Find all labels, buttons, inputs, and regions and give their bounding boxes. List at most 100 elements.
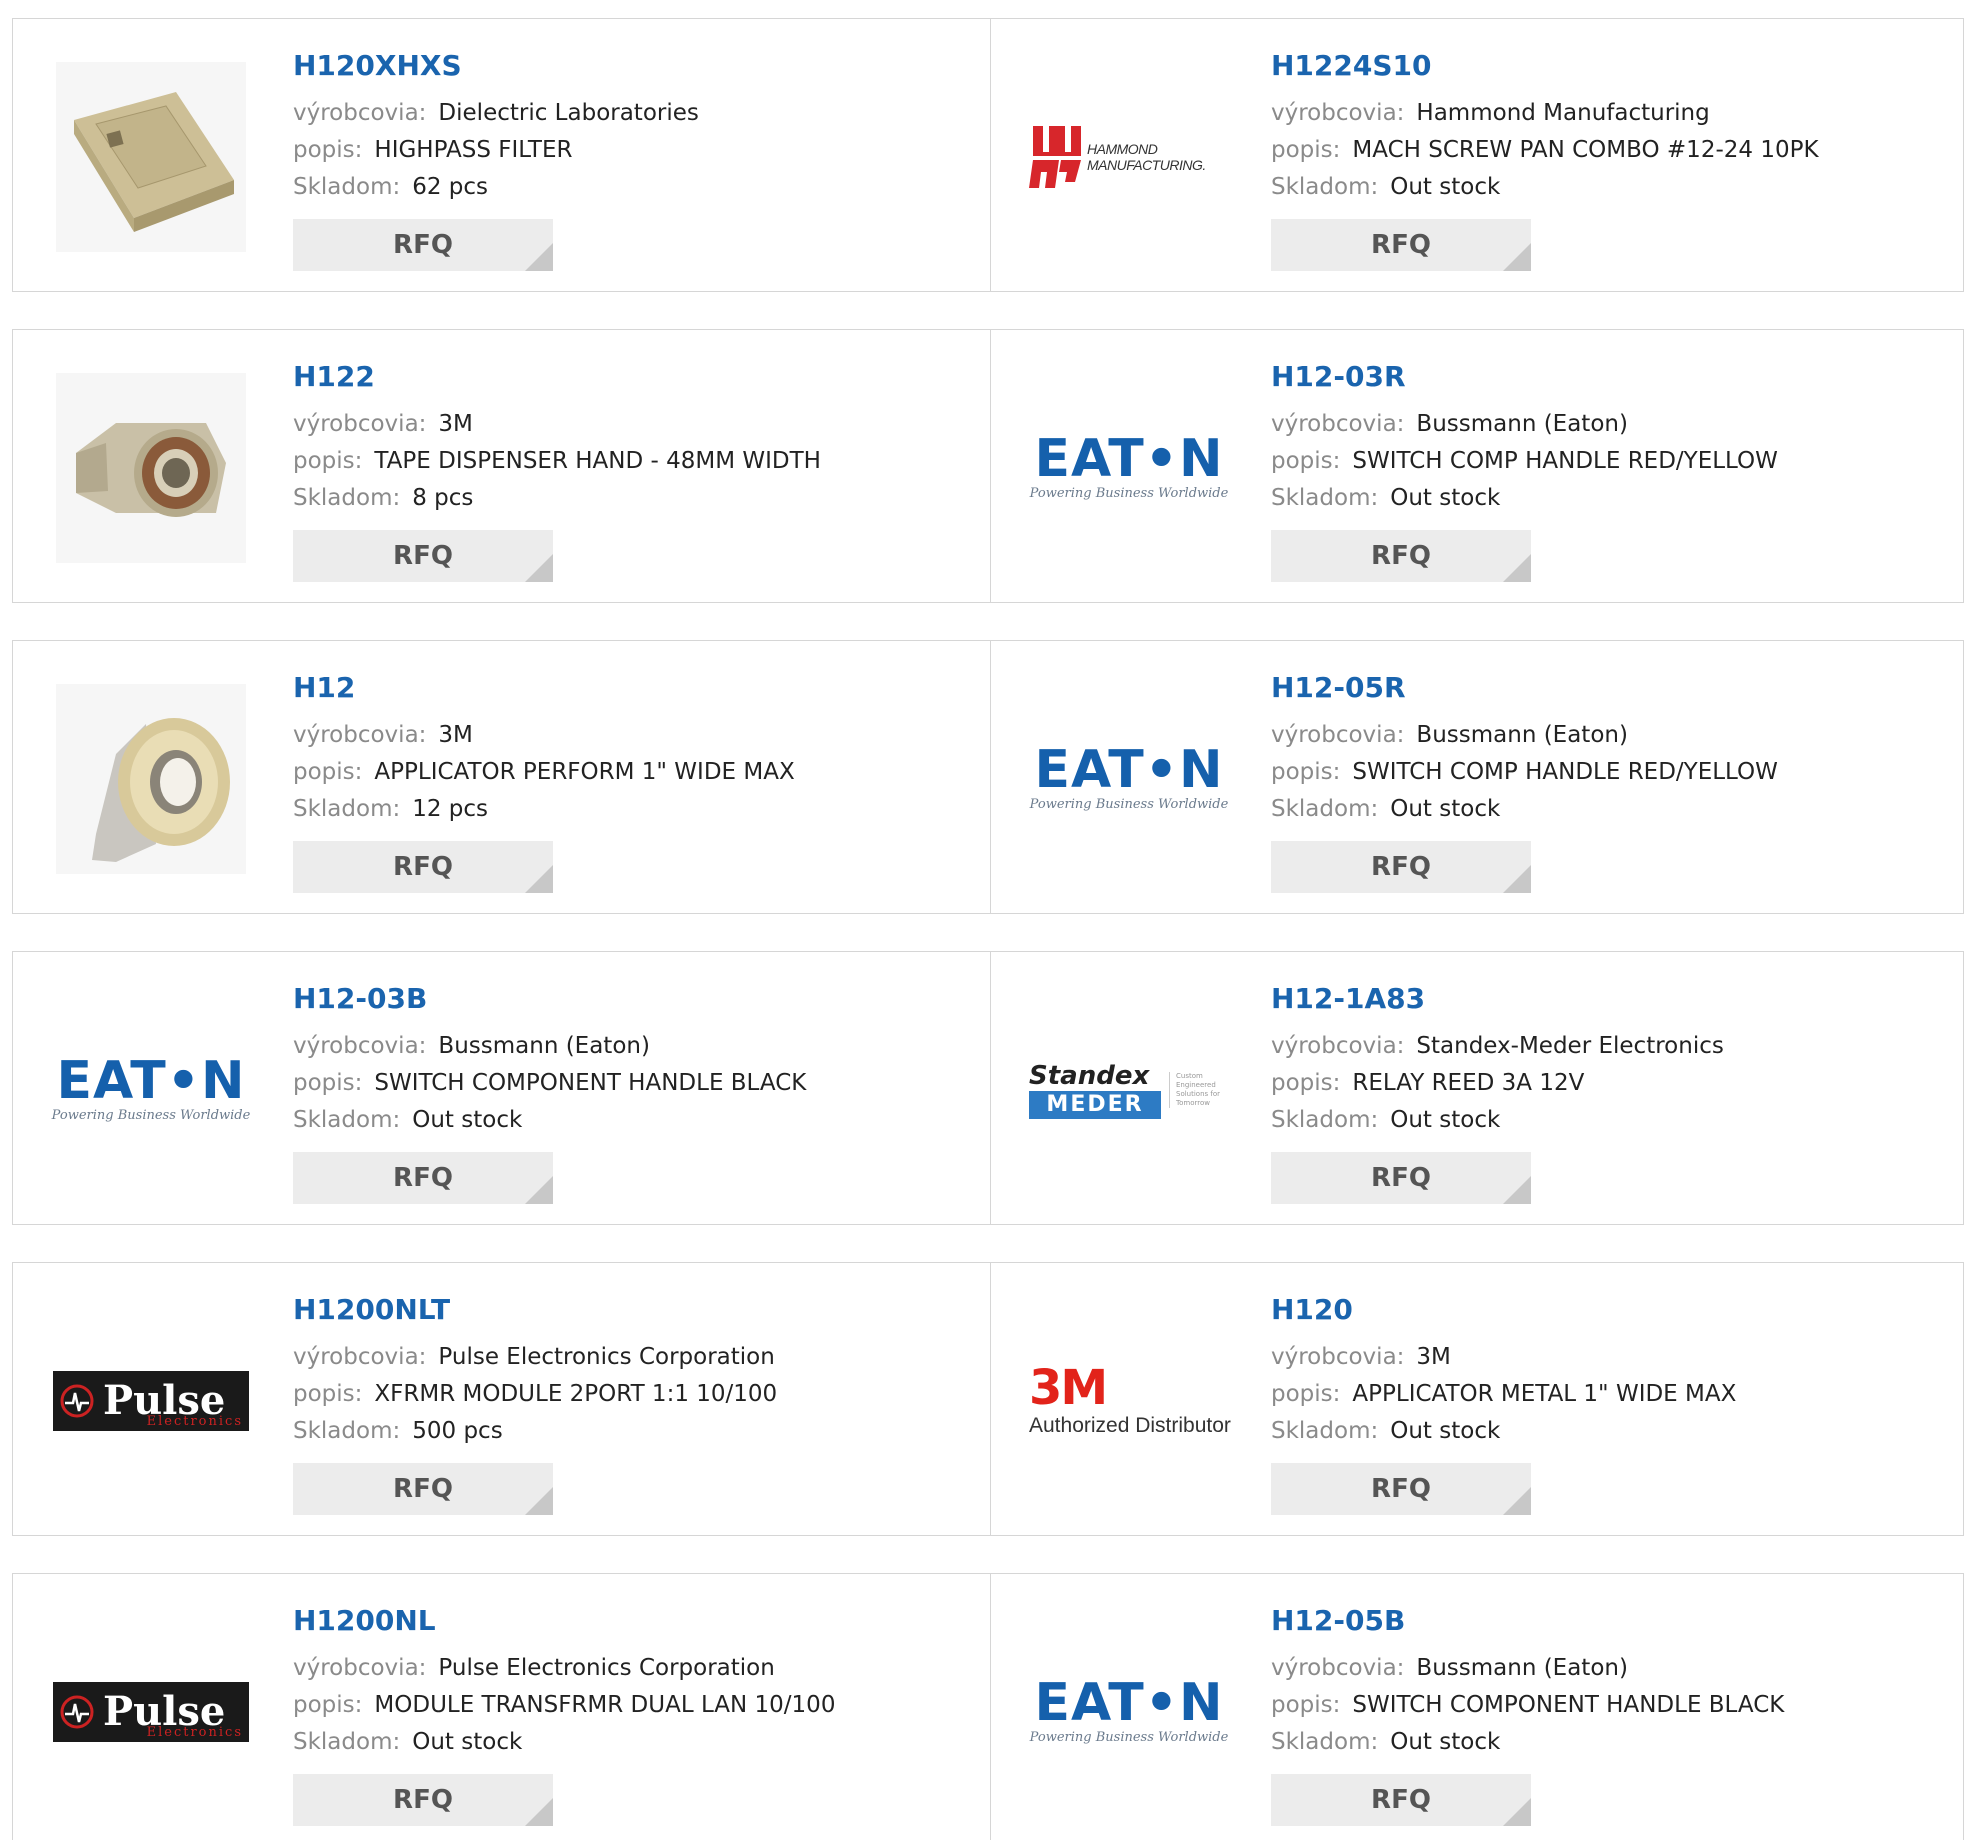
manufacturer-label: výrobcovia: xyxy=(293,1344,427,1370)
description-line: popis: APPLICATOR METAL 1" WIDE MAX xyxy=(1271,1376,1953,1413)
stock-line: Skladom: 500 pcs xyxy=(293,1413,980,1450)
product-thumbnail[interactable]: Pulse Electronics xyxy=(51,1612,251,1812)
stock-value: 8 pcs xyxy=(412,485,474,511)
stock-line: Skladom: 12 pcs xyxy=(293,791,980,828)
part-number-link[interactable]: H120XHXS xyxy=(293,49,980,83)
rfq-button[interactable]: RFQ xyxy=(293,1152,553,1204)
part-number-link[interactable]: H12-1A83 xyxy=(1271,982,1953,1016)
manufacturer-line: výrobcovia: 3M xyxy=(1271,1339,1953,1376)
description-line: popis: SWITCH COMP HANDLE RED/YELLOW xyxy=(1271,754,1953,791)
rfq-button[interactable]: RFQ xyxy=(1271,841,1531,893)
product-row: Pulse Electronics H1200NL výrobcovia: Pul… xyxy=(12,1573,1964,1840)
stock-line: Skladom: 8 pcs xyxy=(293,480,980,517)
part-number-link[interactable]: H12-05R xyxy=(1271,671,1953,705)
manufacturer-label: výrobcovia: xyxy=(293,100,427,126)
manufacturer-label: výrobcovia: xyxy=(1271,1655,1405,1681)
description-line: popis: MACH SCREW PAN COMBO #12-24 10PK xyxy=(1271,132,1953,169)
product-thumbnail[interactable]: EAT•N Powering Business Worldwide xyxy=(1029,368,1229,568)
product-card: Pulse Electronics H1200NL výrobcovia: Pul… xyxy=(13,1574,991,1840)
product-thumbnail[interactable]: HAMMOND MANUFACTURING. xyxy=(1029,57,1229,257)
stock-line: Skladom: Out stock xyxy=(1271,1724,1953,1761)
highpass-filter-product-image xyxy=(56,62,246,252)
part-number-link[interactable]: H120 xyxy=(1271,1293,1953,1327)
rfq-button[interactable]: RFQ xyxy=(293,1774,553,1826)
product-thumbnail[interactable]: EAT•N Powering Business Worldwide xyxy=(1029,679,1229,879)
description-label: popis: xyxy=(1271,448,1341,474)
standex-meder-logo: Standex MEDER Custom Engineered Solution… xyxy=(1029,1061,1229,1119)
description-value: SWITCH COMP HANDLE RED/YELLOW xyxy=(1352,759,1778,785)
description-label: popis: xyxy=(293,1692,363,1718)
rfq-button[interactable]: RFQ xyxy=(1271,219,1531,271)
product-thumbnail[interactable]: 3M Authorized Distributor xyxy=(1029,1301,1231,1501)
description-label: popis: xyxy=(1271,1692,1341,1718)
manufacturer-line: výrobcovia: Bussmann (Eaton) xyxy=(1271,1650,1953,1687)
description-line: popis: RELAY REED 3A 12V xyxy=(1271,1065,1953,1102)
rfq-button[interactable]: RFQ xyxy=(293,841,553,893)
description-value: APPLICATOR METAL 1" WIDE MAX xyxy=(1352,1381,1737,1407)
rfq-button[interactable]: RFQ xyxy=(1271,1152,1531,1204)
part-number-link[interactable]: H12-05B xyxy=(1271,1604,1953,1638)
stock-line: Skladom: Out stock xyxy=(1271,169,1953,206)
manufacturer-value: Bussmann (Eaton) xyxy=(1416,411,1628,437)
part-number-link[interactable]: H1224S10 xyxy=(1271,49,1953,83)
product-row: H12 výrobcovia: 3M popis: APPLICATOR PERFO… xyxy=(12,640,1964,914)
part-number-link[interactable]: H1200NLT xyxy=(293,1293,980,1327)
description-label: popis: xyxy=(293,448,363,474)
rfq-button[interactable]: RFQ xyxy=(1271,1774,1531,1826)
part-number-link[interactable]: H12-03R xyxy=(1271,360,1953,394)
product-thumbnail[interactable]: Pulse Electronics xyxy=(51,1301,251,1501)
manufacturer-label: výrobcovia: xyxy=(293,722,427,748)
stock-label: Skladom: xyxy=(293,174,401,200)
manufacturer-label: výrobcovia: xyxy=(293,1033,427,1059)
part-number-link[interactable]: H12 xyxy=(293,671,980,705)
rfq-button[interactable]: RFQ xyxy=(293,219,553,271)
product-thumbnail[interactable] xyxy=(51,57,251,257)
manufacturer-value: Bussmann (Eaton) xyxy=(1416,722,1628,748)
product-card: 3M Authorized Distributor H120 výrobcovi… xyxy=(991,1263,1963,1535)
part-number-link[interactable]: H122 xyxy=(293,360,980,394)
product-thumbnail[interactable]: Standex MEDER Custom Engineered Solution… xyxy=(1029,990,1229,1190)
part-number-link[interactable]: H1200NL xyxy=(293,1604,980,1638)
description-value: RELAY REED 3A 12V xyxy=(1352,1070,1585,1096)
stock-value: 500 pcs xyxy=(412,1418,503,1444)
rfq-button[interactable]: RFQ xyxy=(293,530,553,582)
product-thumbnail[interactable]: EAT•N Powering Business Worldwide xyxy=(1029,1612,1229,1812)
stock-value: Out stock xyxy=(1390,174,1501,200)
product-thumbnail[interactable] xyxy=(51,679,251,879)
manufacturer-value: Dielectric Laboratories xyxy=(438,100,699,126)
manufacturer-label: výrobcovia: xyxy=(1271,100,1405,126)
description-label: popis: xyxy=(293,759,363,785)
rfq-button[interactable]: RFQ xyxy=(1271,1463,1531,1515)
stock-label: Skladom: xyxy=(1271,1729,1379,1755)
stock-value: 62 pcs xyxy=(412,174,489,200)
stock-label: Skladom: xyxy=(1271,485,1379,511)
description-line: popis: HIGHPASS FILTER xyxy=(293,132,980,169)
manufacturer-label: výrobcovia: xyxy=(1271,1344,1405,1370)
description-line: popis: XFRMR MODULE 2PORT 1:1 10/100 xyxy=(293,1376,980,1413)
part-number-link[interactable]: H12-03B xyxy=(293,982,980,1016)
description-label: popis: xyxy=(293,137,363,163)
manufacturer-line: výrobcovia: Bussmann (Eaton) xyxy=(1271,406,1953,443)
manufacturer-line: výrobcovia: Pulse Electronics Corporation xyxy=(293,1339,980,1376)
3m-logo: 3M Authorized Distributor xyxy=(1029,1360,1231,1437)
stock-value: Out stock xyxy=(1390,1418,1501,1444)
manufacturer-value: Pulse Electronics Corporation xyxy=(438,1655,775,1681)
rfq-button[interactable]: RFQ xyxy=(1271,530,1531,582)
manufacturer-label: výrobcovia: xyxy=(293,1655,427,1681)
description-value: APPLICATOR PERFORM 1" WIDE MAX xyxy=(374,759,795,785)
description-label: popis: xyxy=(1271,137,1341,163)
product-card: EAT•N Powering Business Worldwide H12-05… xyxy=(991,1574,1963,1840)
manufacturer-label: výrobcovia: xyxy=(1271,1033,1405,1059)
stock-value: Out stock xyxy=(1390,1107,1501,1133)
rfq-button[interactable]: RFQ xyxy=(293,1463,553,1515)
description-line: popis: TAPE DISPENSER HAND - 48MM WIDTH xyxy=(293,443,980,480)
stock-label: Skladom: xyxy=(293,485,401,511)
eaton-logo: EAT•N Powering Business Worldwide xyxy=(1029,740,1229,812)
product-thumbnail[interactable] xyxy=(51,368,251,568)
description-line: popis: SWITCH COMP HANDLE RED/YELLOW xyxy=(1271,443,1953,480)
manufacturer-line: výrobcovia: Pulse Electronics Corporation xyxy=(293,1650,980,1687)
stock-value: Out stock xyxy=(412,1107,523,1133)
pulse-logo: Pulse Electronics xyxy=(53,1682,249,1742)
product-thumbnail[interactable]: EAT•N Powering Business Worldwide xyxy=(51,990,251,1190)
stock-line: Skladom: Out stock xyxy=(293,1724,980,1761)
